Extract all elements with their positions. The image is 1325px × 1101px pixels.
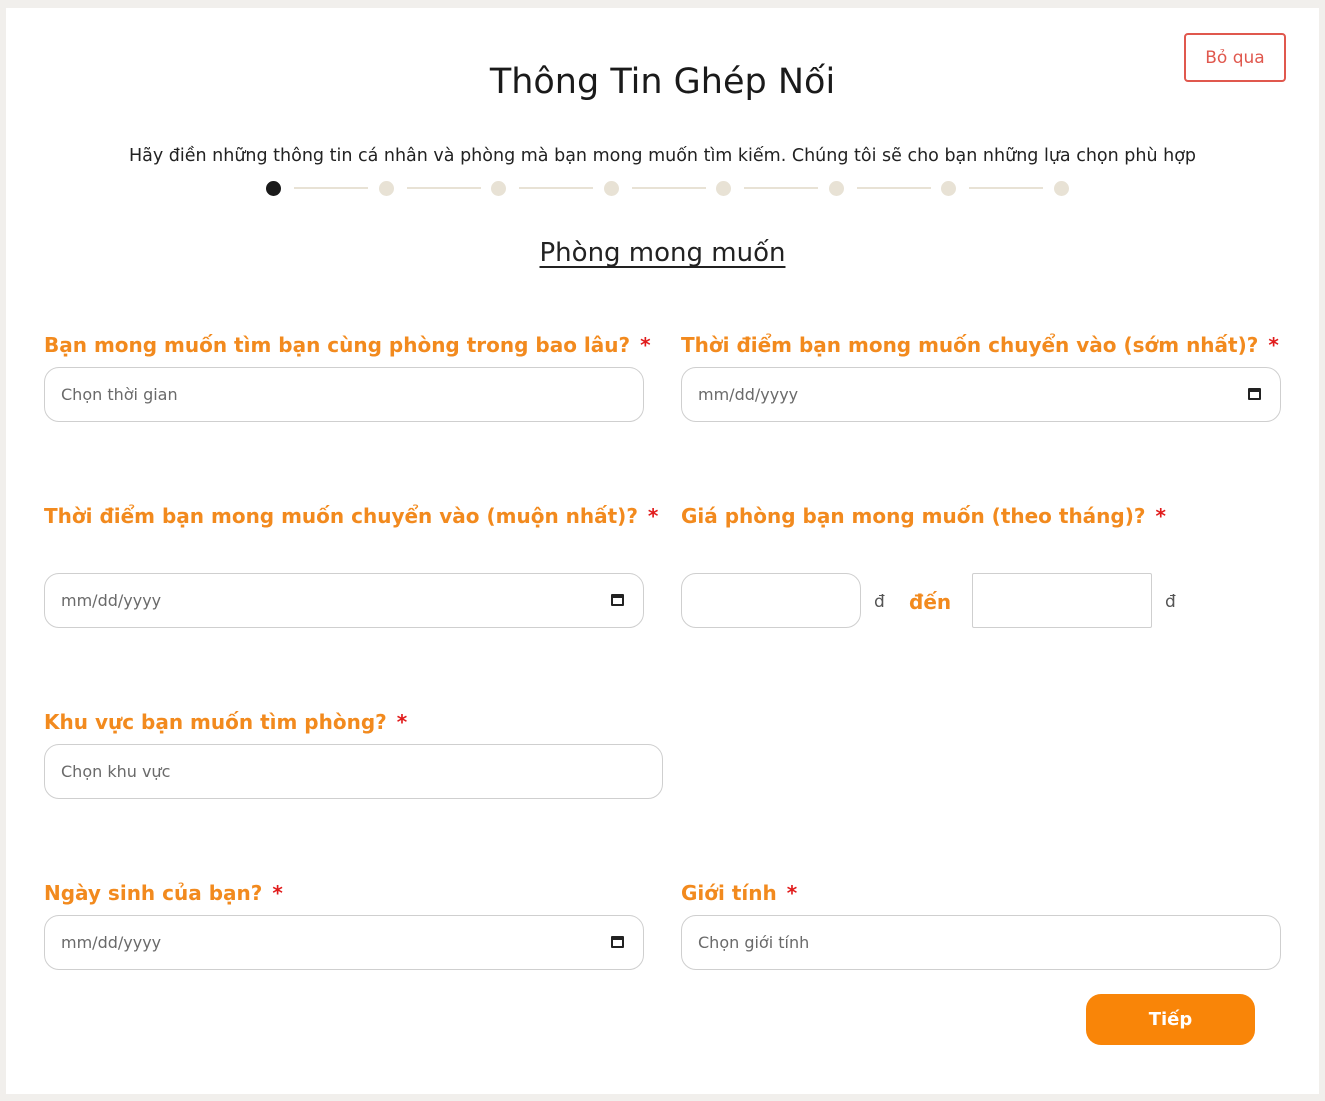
currency-label: đ xyxy=(1165,592,1176,612)
price-min-input[interactable] xyxy=(681,573,861,628)
required-mark: * xyxy=(1268,333,1279,357)
move-in-latest-label: Thời điểm bạn mong muốn chuyển vào (muộn… xyxy=(44,504,659,528)
birthday-label: Ngày sinh của bạn? * xyxy=(44,881,283,905)
date-placeholder: mm/dd/yyyy xyxy=(61,933,162,952)
required-mark: * xyxy=(396,710,408,734)
step-dot xyxy=(378,181,394,196)
step-dot xyxy=(491,181,506,196)
duration-placeholder: Chọn thời gian xyxy=(61,385,178,404)
area-placeholder: Chọn khu vực xyxy=(61,762,171,781)
step-dot xyxy=(1053,181,1069,196)
step-dot xyxy=(941,181,956,196)
step-connector xyxy=(294,187,368,189)
birthday-date-input[interactable]: mm/dd/yyyy xyxy=(44,915,644,970)
required-mark: * xyxy=(647,504,659,528)
step-dot xyxy=(828,181,844,196)
required-mark: * xyxy=(786,881,798,905)
move-in-earliest-date-input[interactable]: mm/dd/yyyy xyxy=(681,367,1281,422)
step-connector xyxy=(856,187,931,189)
date-placeholder: mm/dd/yyyy xyxy=(61,591,162,610)
step-connector xyxy=(519,187,593,189)
step-dot xyxy=(716,181,731,196)
currency-label: đ xyxy=(874,592,885,612)
step-connector xyxy=(744,187,818,189)
next-button[interactable]: Tiếp xyxy=(1086,994,1255,1045)
gender-label: Giới tính * xyxy=(681,881,798,905)
calendar-icon[interactable] xyxy=(1248,388,1261,400)
gender-placeholder: Chọn giới tính xyxy=(698,933,810,952)
step-connector xyxy=(631,187,706,189)
page-subtitle: Hãy điền những thông tin cá nhân và phòn… xyxy=(128,146,1197,166)
required-mark: * xyxy=(640,333,651,357)
move-in-latest-date-input[interactable]: mm/dd/yyyy xyxy=(44,573,644,628)
section-title: Phòng mong muốn xyxy=(539,238,786,268)
step-dot xyxy=(603,181,619,196)
area-label: Khu vực bạn muốn tìm phòng? * xyxy=(44,710,408,734)
progress-stepper xyxy=(0,0,1325,196)
area-select[interactable]: Chọn khu vực xyxy=(44,744,663,799)
duration-select[interactable]: Chọn thời gian xyxy=(44,367,644,422)
step-connector xyxy=(406,187,481,189)
gender-select[interactable]: Chọn giới tính xyxy=(681,915,1281,970)
move-in-earliest-label: Thời điểm bạn mong muốn chuyển vào (sớm … xyxy=(681,333,1279,357)
price-range-separator: đến xyxy=(909,590,952,614)
step-connector xyxy=(969,187,1043,189)
price-label: Giá phòng bạn mong muốn (theo tháng)? * xyxy=(681,504,1166,528)
calendar-icon[interactable] xyxy=(611,594,624,606)
duration-label: Bạn mong muốn tìm bạn cùng phòng trong b… xyxy=(44,333,651,357)
required-mark: * xyxy=(1155,504,1166,528)
price-max-input[interactable] xyxy=(972,573,1152,628)
date-placeholder: mm/dd/yyyy xyxy=(698,385,799,404)
page-title: Thông Tin Ghép Nối xyxy=(489,62,836,102)
required-mark: * xyxy=(272,881,283,905)
calendar-icon[interactable] xyxy=(611,936,624,948)
step-dot xyxy=(266,181,281,196)
